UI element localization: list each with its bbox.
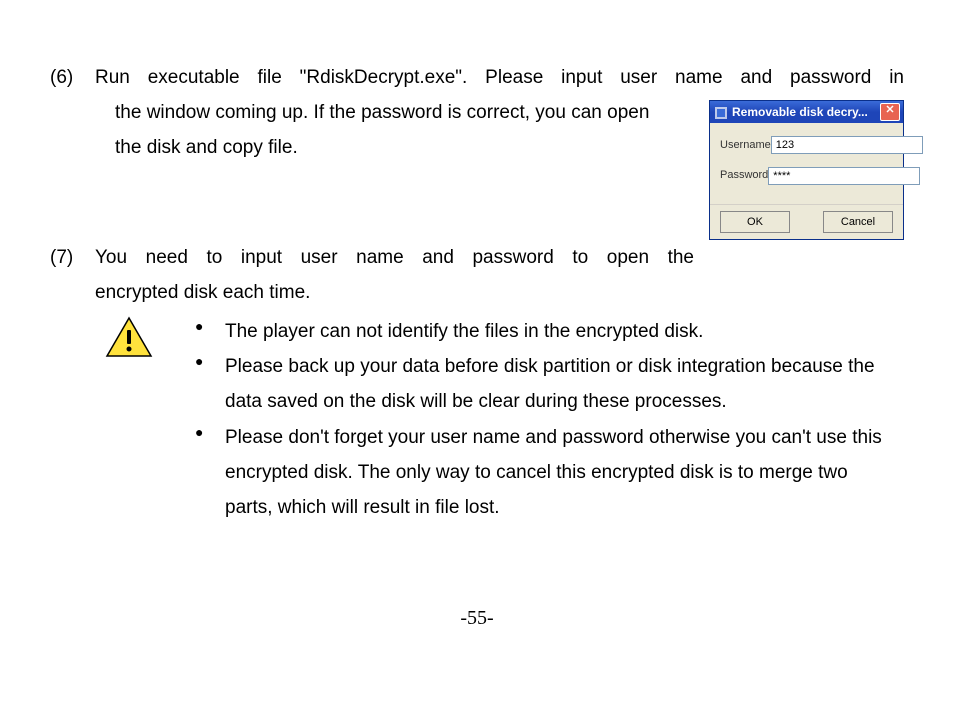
dialog-titlebar: Removable disk decry... [710, 101, 903, 123]
warning-icon [50, 314, 160, 525]
instruction-7: (7) You need to input user name and pass… [50, 240, 904, 310]
bullet-3: Please don't forget your user name and p… [195, 420, 884, 525]
bullet-1: The player can not identify the files in… [195, 314, 884, 349]
password-label: Password [720, 165, 768, 185]
username-input[interactable] [771, 136, 923, 154]
warning-bullet-list: The player can not identify the files in… [160, 314, 884, 525]
instruction-7-line1: You need to input user name and password… [95, 240, 694, 275]
username-label: Username [720, 135, 771, 155]
dialog-app-icon [714, 105, 728, 119]
cancel-button[interactable]: Cancel [823, 211, 893, 233]
page-number: -55- [0, 600, 954, 637]
instruction-6-line1: Run executable file "RdiskDecrypt.exe". … [95, 60, 904, 95]
ok-button[interactable]: OK [720, 211, 790, 233]
password-row: Password [720, 165, 893, 185]
instruction-6-body: Run executable file "RdiskDecrypt.exe". … [95, 60, 904, 240]
dialog-button-row: OK Cancel [710, 204, 903, 239]
instruction-6: (6) Run executable file "RdiskDecrypt.ex… [50, 60, 904, 240]
decrypt-dialog: Removable disk decry... Username Passwor… [709, 100, 904, 240]
decrypt-dialog-container: Removable disk decry... Username Passwor… [709, 100, 904, 240]
instruction-7-body: You need to input user name and password… [95, 240, 904, 310]
close-icon[interactable] [880, 103, 900, 121]
instruction-7-line2: encrypted disk each time. [95, 275, 694, 310]
warning-section: The player can not identify the files in… [50, 314, 904, 525]
bullet-2: Please back up your data before disk par… [195, 349, 884, 419]
document-page: (6) Run executable file "RdiskDecrypt.ex… [0, 0, 954, 525]
dialog-body: Username Password [710, 123, 903, 204]
dialog-title-text: Removable disk decry... [732, 101, 880, 123]
instruction-6-number: (6) [50, 60, 95, 240]
username-row: Username [720, 135, 893, 155]
instruction-7-number: (7) [50, 240, 95, 310]
password-input[interactable] [768, 167, 920, 185]
